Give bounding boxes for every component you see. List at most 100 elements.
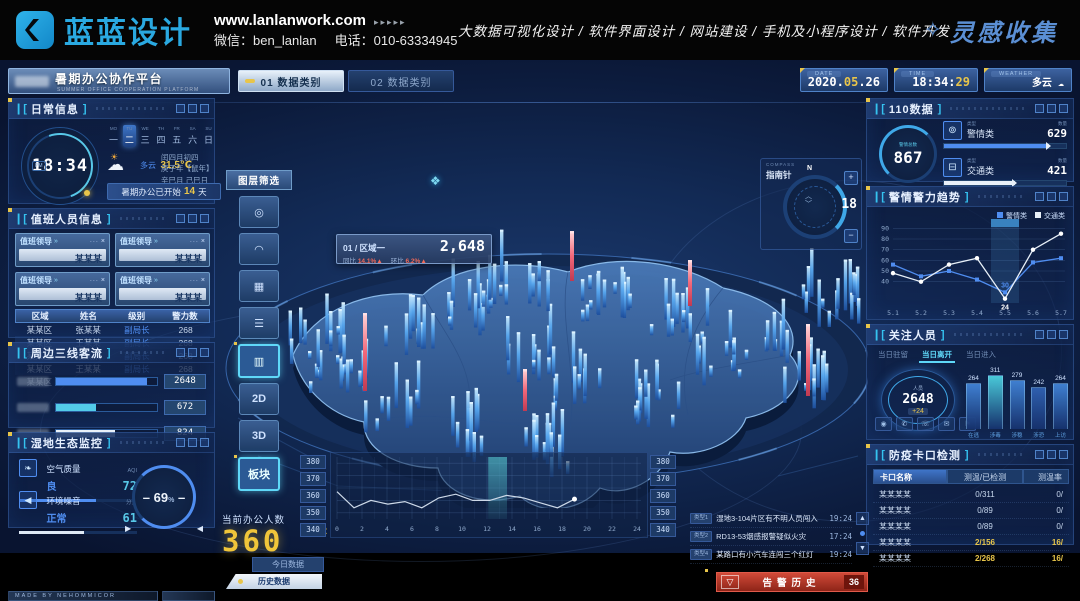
scroll-down-icon[interactable]: ▼: [856, 542, 869, 555]
panel-title: 周边三线客流: [31, 345, 103, 361]
flow-bar-fill: [56, 404, 96, 411]
alert-row[interactable]: 类型1湿地3-104片区有不明人员闯入19:24: [690, 510, 852, 528]
y-axis-label: 380: [300, 455, 326, 469]
location-icon[interactable]: ◎: [239, 196, 279, 228]
expand-icon[interactable]: [1059, 192, 1068, 201]
duty-card[interactable]: 值班领导»···×某某某: [115, 233, 210, 267]
duty-cell: 副局长: [113, 324, 162, 336]
duty-card-name: 某某某: [75, 254, 102, 264]
history-data-button[interactable]: 历史数据: [226, 574, 322, 589]
minimize-icon[interactable]: [176, 348, 185, 357]
block-icon[interactable]: 板块: [238, 457, 280, 491]
focus-tab[interactable]: 当日驻留: [875, 348, 911, 363]
alert-row[interactable]: 类型4某路口有小汽车连闯三个红灯19:24: [690, 546, 852, 564]
checkpoint-col-header[interactable]: 卡口名称: [873, 469, 947, 484]
zoom-out-button[interactable]: −: [844, 229, 858, 243]
minimize-icon[interactable]: [176, 104, 185, 113]
duty-card-body: 某某某: [119, 288, 206, 300]
checkpoint-table: 卡口名称测温/已检测测温率某某某某0/3110/某某某某0/890/某某某某0/…: [873, 469, 1069, 567]
focus-mini-icon[interactable]: ✉: [938, 417, 955, 431]
website-link[interactable]: www.lanlanwork.com: [214, 12, 366, 29]
date-month: 05: [844, 75, 858, 89]
3d-icon[interactable]: 3D: [239, 420, 279, 452]
expand-icon[interactable]: [200, 214, 209, 223]
compass-dial[interactable]: [783, 175, 847, 239]
alert-history-button[interactable]: ▽ 告警历史 36: [716, 572, 868, 592]
minimize-icon[interactable]: [1035, 192, 1044, 201]
weekday-cn: 一: [107, 133, 120, 146]
window-icon[interactable]: [188, 348, 197, 357]
scroll-up-icon[interactable]: ▲: [856, 512, 869, 525]
duty-card-label: 值班领导: [20, 236, 52, 247]
tab-data-category-1[interactable]: 01 数据类别: [238, 70, 344, 92]
inspiration-collect[interactable]: ✧ 灵感收集: [924, 0, 1058, 60]
checkpoint-col-header[interactable]: 测温率: [1023, 469, 1069, 484]
window-icon[interactable]: [1047, 192, 1056, 201]
grid-icon[interactable]: ▦: [239, 270, 279, 302]
focus-mini-icon[interactable]: ☏: [917, 417, 934, 431]
focus-gauge-label: 人员: [913, 385, 923, 392]
gauge-right-arrow[interactable]: ◀: [197, 524, 203, 533]
window-icon[interactable]: [1047, 104, 1056, 113]
window-icon[interactable]: [188, 438, 197, 447]
alert-row[interactable]: 类型2RD13-53烟感报警疑似火灾17:24: [690, 528, 852, 546]
focus-bar-item: 264上访: [1052, 361, 1069, 439]
today-data-button[interactable]: 今日数据: [252, 557, 324, 572]
svg-text:5.2: 5.2: [915, 309, 927, 317]
zoom-in-button[interactable]: +: [844, 171, 858, 185]
window-icon[interactable]: [1047, 450, 1056, 459]
window-icon[interactable]: [188, 214, 197, 223]
signal-icon[interactable]: ◠: [239, 233, 279, 265]
minimize-icon[interactable]: [176, 214, 185, 223]
duty-table-header: 区域姓名级别警力数: [15, 309, 210, 323]
close-icon[interactable]: ×: [101, 277, 105, 284]
expand-icon[interactable]: [1059, 104, 1068, 113]
checkpoint-col-header[interactable]: 测温/已检测: [947, 469, 1023, 484]
wechat-text: 微信：ben_lanlan: [214, 33, 317, 48]
weekday-cn: 五: [170, 133, 183, 146]
expand-icon[interactable]: [200, 438, 209, 447]
barchart-icon[interactable]: ▥: [238, 344, 280, 378]
duty-card-body: 某某某: [19, 249, 106, 261]
minimize-icon[interactable]: [1035, 330, 1044, 339]
minimize-icon[interactable]: [1035, 450, 1044, 459]
list-icon[interactable]: ☰: [239, 307, 279, 339]
duty-card-body: 某某某: [19, 288, 106, 300]
close-icon[interactable]: ×: [201, 277, 205, 284]
svg-text:20: 20: [583, 525, 591, 533]
more-icon[interactable]: ···: [190, 239, 199, 245]
more-icon[interactable]: ···: [90, 278, 99, 284]
expand-icon[interactable]: [1059, 330, 1068, 339]
duty-cell: 某某区: [15, 324, 64, 336]
focus-tab[interactable]: 当日离开: [919, 348, 955, 363]
duty-card[interactable]: 值班领导»···×某某某: [115, 272, 210, 306]
duty-card[interactable]: 值班领导»···×某某某: [15, 272, 110, 306]
svg-text:40: 40: [881, 278, 889, 286]
gauge-left-arrow[interactable]: ▶: [125, 524, 131, 533]
yoy-label: 同比: [343, 258, 356, 265]
checkpoint-row: 某某某某2/15616/: [873, 535, 1069, 551]
focus-mini-icon[interactable]: ✆: [896, 417, 913, 431]
close-icon[interactable]: ×: [101, 238, 105, 245]
minimize-icon[interactable]: [176, 438, 185, 447]
tab-data-category-2[interactable]: 02 数据类别: [348, 70, 454, 92]
yoy-value: 14.1%▲: [358, 258, 383, 265]
svg-text:5.3: 5.3: [943, 309, 955, 317]
minimize-icon[interactable]: [1035, 104, 1044, 113]
close-icon[interactable]: ×: [201, 238, 205, 245]
weekday-en: FR: [170, 126, 183, 131]
expand-icon[interactable]: [1059, 450, 1068, 459]
expand-icon[interactable]: [200, 348, 209, 357]
window-icon[interactable]: [1047, 330, 1056, 339]
notice-banner: 暑期办公已开始 14 天: [107, 183, 221, 200]
more-icon[interactable]: ···: [90, 239, 99, 245]
more-icon[interactable]: ···: [190, 278, 199, 284]
window-icon[interactable]: [188, 104, 197, 113]
focus-mini-icon[interactable]: ◉: [875, 417, 892, 431]
panel-title: 值班人员信息: [31, 211, 103, 227]
2d-icon[interactable]: 2D: [239, 383, 279, 415]
count-bar-fill: [944, 144, 1049, 148]
cp-name: 某某某某: [873, 553, 947, 564]
duty-card[interactable]: 值班领导»···×某某某: [15, 233, 110, 267]
expand-icon[interactable]: [200, 104, 209, 113]
